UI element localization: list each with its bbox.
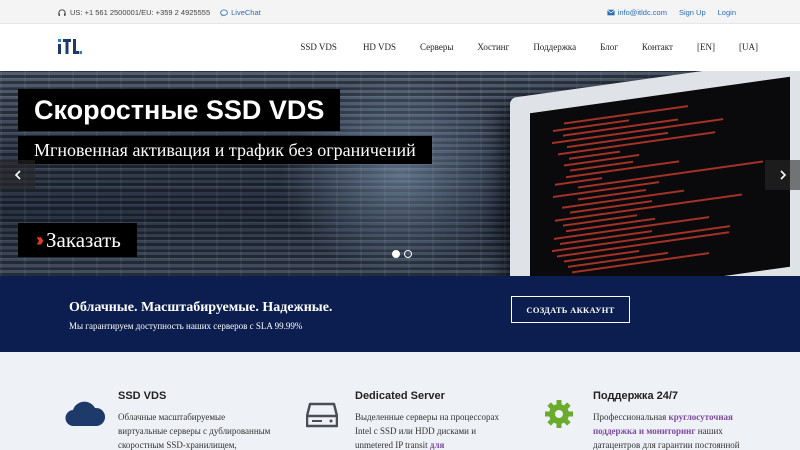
nav-hosting[interactable]: Хостинг: [477, 42, 509, 52]
hero-subtitle-box: Мгновенная активация и трафик без ограни…: [18, 136, 432, 164]
nav-lang-ua[interactable]: [UA]: [739, 42, 758, 52]
chat-bubble-icon: [220, 8, 228, 17]
slider-dots: [392, 250, 412, 258]
slider-next-button[interactable]: [765, 160, 800, 190]
site-logo[interactable]: [58, 37, 82, 55]
logo-mark-icon: [58, 39, 82, 54]
main-nav: SSD VDS HD VDS Серверы Хостинг Поддержка…: [300, 42, 758, 52]
cta-banner: Облачные. Масштабируемые. Надежные. Мы г…: [0, 276, 800, 352]
hero-subtitle: Мгновенная активация и трафик без ограни…: [34, 139, 416, 160]
gear-icon: [544, 399, 574, 434]
nav-blog[interactable]: Блог: [600, 42, 618, 52]
hero-title-box: Скоростные SSD VDS: [18, 89, 341, 131]
top-bar: US: +1 561 2500001/EU: +359 2 4925555 Li…: [0, 0, 800, 24]
nav-lang-en[interactable]: [EN]: [697, 42, 715, 52]
nav-ssd-vds[interactable]: SSD VDS: [300, 42, 337, 52]
feature-description: Выделенные серверы на процессорах Intel …: [355, 412, 500, 450]
hard-drive-icon: [305, 402, 339, 433]
livechat-link[interactable]: LiveChat: [220, 8, 261, 17]
nav-hd-vds[interactable]: HD VDS: [363, 42, 396, 52]
phone-numbers: US: +1 561 2500001/EU: +359 2 4925555: [70, 8, 211, 17]
slider-prev-button[interactable]: [0, 160, 35, 190]
nav-contact[interactable]: Контакт: [642, 42, 673, 52]
chevron-right-icon: [779, 170, 786, 180]
nav-support[interactable]: Поддержка: [533, 42, 576, 52]
email-link[interactable]: info@itldc.com: [606, 8, 667, 17]
double-chevron-right-icon: ››: [36, 229, 44, 250]
feature-title: SSD VDS: [118, 390, 167, 402]
slider-dot-1[interactable]: [392, 250, 400, 258]
create-account-button[interactable]: СОЗДАТЬ АККАУНТ: [511, 296, 630, 323]
features-section: SSD VDS Облачные масштабируемые виртуаль…: [0, 352, 800, 450]
feature-description: Профессиональная круглосуточная поддержк…: [593, 412, 740, 450]
slider-dot-2[interactable]: [404, 250, 412, 258]
feature-description: Облачные масштабируемые виртуальные серв…: [118, 412, 271, 450]
site-header: SSD VDS HD VDS Серверы Хостинг Поддержка…: [0, 24, 800, 71]
banner-heading: Облачные. Масштабируемые. Надежные.: [69, 300, 333, 315]
nav-servers[interactable]: Серверы: [420, 42, 453, 52]
chevron-left-icon: [14, 170, 21, 180]
order-button[interactable]: ›› Заказать: [18, 223, 137, 257]
feature-title: Dedicated Server: [355, 390, 445, 402]
banner-text: Мы гарантируем доступность наших серверо…: [69, 321, 303, 331]
login-link[interactable]: Login: [718, 8, 736, 17]
cloud-icon: [65, 399, 106, 432]
feature-title: Поддержка 24/7: [593, 390, 679, 402]
headset-icon: [58, 8, 66, 17]
hero-title: Скоростные SSD VDS: [34, 94, 325, 125]
envelope-icon: [606, 9, 615, 16]
signup-link[interactable]: Sign Up: [679, 8, 706, 17]
